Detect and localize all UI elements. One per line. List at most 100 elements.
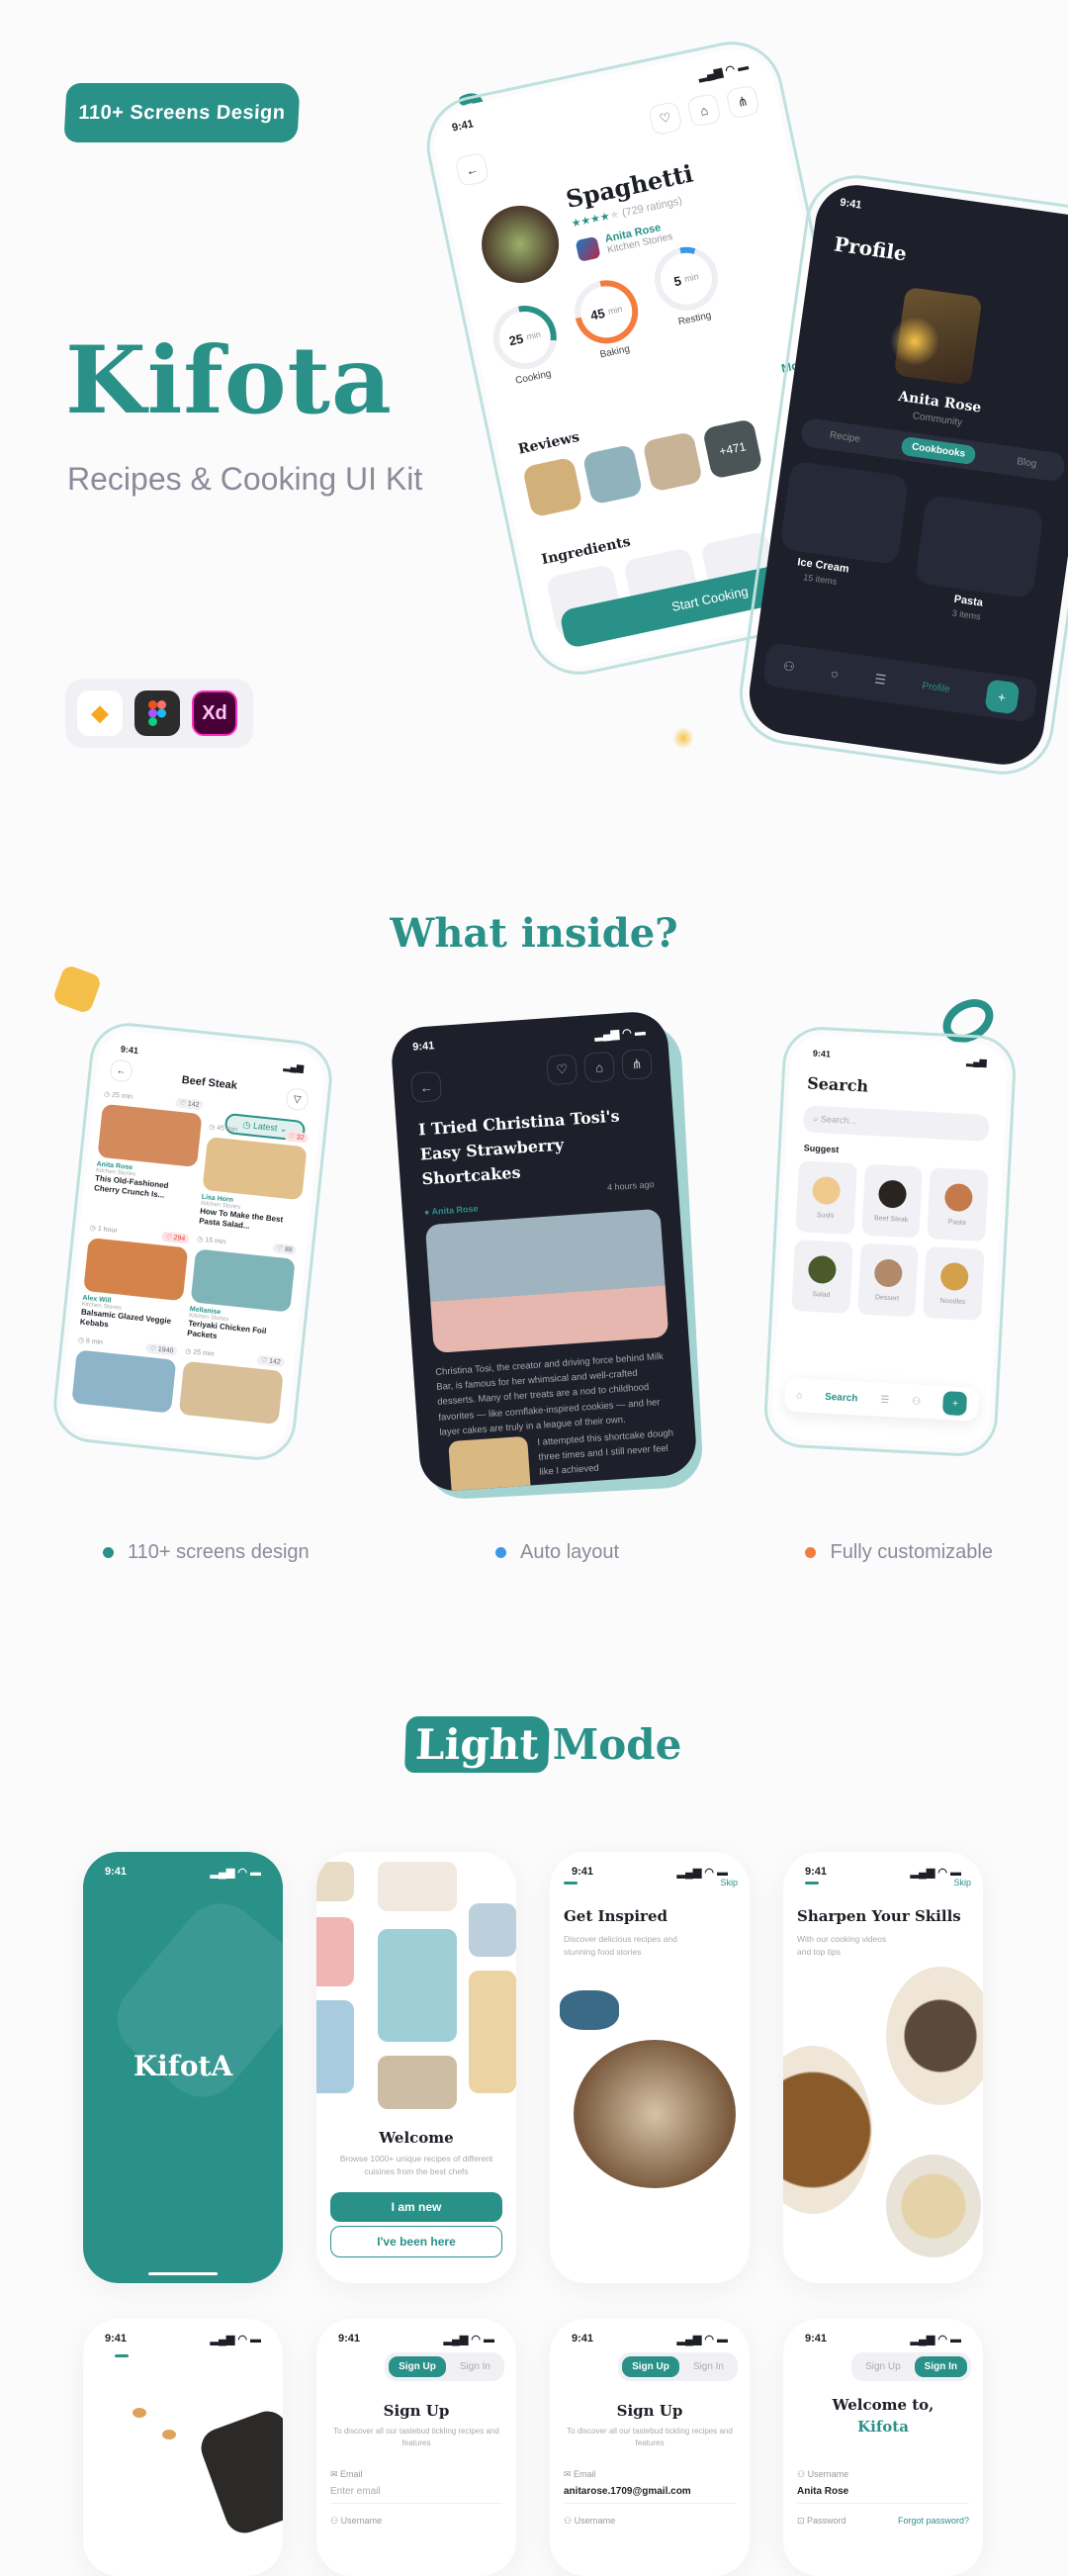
like-count-badge[interactable]: ♡ 142 [256,1354,286,1367]
tab-sign-up[interactable]: Sign Up [389,2356,446,2377]
home-indicator [148,2272,218,2275]
category-card[interactable]: Salad [791,1239,853,1314]
nav-active-label[interactable]: Search [825,1391,858,1404]
category-card[interactable]: Pasta [927,1167,989,1242]
timer-resting: 5 min Resting [649,240,732,354]
dish-image [474,198,567,291]
recipe-image [83,1237,189,1302]
gallery-image [378,1929,457,2042]
favorite-button[interactable]: ♡ [648,100,683,137]
timer-cooking: 25 min Cooking [487,300,566,390]
cookbook-card[interactable] [779,460,910,566]
email-field[interactable]: ✉ Email Enter email ⚇ Username [330,2457,502,2527]
bookmark-button[interactable]: ⌂ [583,1051,616,1083]
recipe-card[interactable]: ◷ 8 min ♡ 1940 [71,1335,178,1417]
food-image [195,2405,283,2539]
recipe-card[interactable]: ◷ 1 hour ♡ 294 Alex Will Kitchen Stories Ba… [79,1224,190,1338]
share-button[interactable]: ⋔ [621,1048,654,1080]
review-thumb[interactable] [642,430,703,493]
back-button[interactable]: ← [410,1070,443,1103]
cookie-decoration [133,2408,146,2418]
cookbook-name: Pasta [952,593,984,609]
tab-sign-up[interactable]: Sign Up [855,2356,911,2377]
tab-sign-in[interactable]: Sign In [914,2356,967,2377]
username-field[interactable]: ⚇ Username Anita Rose ⊡ Password Forgot p… [797,2457,969,2527]
back-button[interactable]: ← [454,151,490,188]
auth-segmented-control: Sign Up Sign In [618,2352,738,2381]
tab-sign-in[interactable]: Sign In [450,2356,500,2377]
cookbook-count: 3 items [951,607,982,622]
ive-been-here-button[interactable]: I've been here [330,2226,502,2257]
like-count-badge[interactable]: ♡ 142 [175,1097,204,1111]
recipe-card[interactable]: ◷ 25 min ♡ 142 [178,1346,286,1427]
bottom-nav: ⌂ Search ☰ ⚇ + [783,1377,980,1422]
feature-item: 110+ screens design [103,1541,310,1564]
article-phone: 9:41 ▂▄▆ ◠ ▬ ← ♡ ⌂ ⋔ I Tried Christina To… [389,1009,705,1502]
category-image [943,1182,973,1212]
search-input[interactable]: ⌕ Search... [802,1105,990,1143]
recipe-card[interactable]: ◷ 25 min ♡ 142 Anita Rose Kitchen Stories T… [91,1090,204,1227]
nav-list-icon[interactable]: ☰ [880,1394,890,1405]
gallery-image [378,2056,457,2109]
like-count-badge[interactable]: ♡ 294 [160,1231,190,1244]
forgot-password-link[interactable]: Forgot password? [898,2516,969,2527]
bullet-dot-icon [805,1547,817,1558]
article-inline-image [448,1435,532,1494]
favorite-button[interactable]: ♡ [546,1054,578,1086]
article-author[interactable]: ● Anita Rose [424,1204,479,1218]
food-image [574,2040,736,2188]
features-list: 110+ screens design Auto layout Fully cust… [103,1541,993,1564]
light-mode-word-1: Light [404,1716,550,1773]
nav-search-icon[interactable]: ○ [830,666,840,682]
recipe-card[interactable]: ◷ 15 min ♡ 88 Mellanise Kitchen Stories Ter… [187,1235,298,1349]
category-image [939,1261,969,1291]
figma-icon [134,690,180,736]
nav-home-icon[interactable]: ⌂ [796,1390,803,1401]
add-button[interactable]: + [942,1391,968,1417]
auth-segmented-control: Sign Up Sign In [385,2352,504,2381]
search-phone: 9:41 ▂▄▆ Search ⌕ Search... Suggest Sushi… [762,1025,1018,1458]
category-card[interactable]: Noodles [923,1245,985,1321]
bullet-dot-icon [495,1547,507,1558]
recipe-card[interactable]: ◷ 45 min ♡ 32 Lisa Horn Kitchen Stories How… [199,1123,310,1238]
bookmark-button[interactable]: ⌂ [686,92,722,129]
nav-profile-icon[interactable]: ⚇ [782,658,796,675]
beef-steak-phone: 9:41 ▂▄▆ ← ▽ Beef Steak ◷ Latest ⌄ ◷ 25 m… [49,1019,336,1464]
tab-blog[interactable]: Blog [1012,452,1041,475]
nav-active-label[interactable]: Profile [922,681,951,695]
search-title: Search [806,1073,869,1096]
email-field[interactable]: ✉ Email anitarose.1709@gmail.com ⚇ Usern… [564,2457,736,2527]
glow-decoration [890,317,939,366]
light-mode-heading: Light Mode [404,1716,681,1773]
category-image [873,1257,904,1288]
tab-sign-in[interactable]: Sign In [683,2356,734,2377]
like-count-badge[interactable]: ♡ 32 [284,1131,310,1144]
signup-text: To discover all our tastebud tickling re… [333,2427,499,2447]
tab-sign-up[interactable]: Sign Up [622,2356,679,2377]
like-count-badge[interactable]: ♡ 1940 [145,1342,178,1356]
tab-recipe[interactable]: Recipe [825,425,865,449]
gallery-image [378,1862,457,1911]
category-card[interactable]: Sushi [795,1160,857,1236]
add-button[interactable]: + [983,679,1021,715]
author-avatar [575,235,601,262]
tab-cookbooks[interactable]: Cookbooks [900,435,977,466]
nav-list-icon[interactable]: ☰ [873,671,888,688]
adobe-xd-icon: Xd [192,690,237,736]
skip-button[interactable]: Skip [953,1878,971,1887]
nav-profile-icon[interactable]: ⚇ [912,1396,922,1407]
skip-button[interactable]: Skip [720,1878,738,1887]
share-button[interactable]: ⋔ [725,84,760,120]
gallery-image [316,1862,354,1901]
review-thumb[interactable] [581,443,644,506]
like-count-badge[interactable]: ♡ 88 [272,1242,298,1255]
cookbook-card[interactable] [914,494,1045,599]
signup-title: Sign Up [383,2402,450,2420]
i-am-new-button[interactable]: I am new [330,2192,502,2222]
more-reviews-thumb[interactable]: +471 [701,417,763,480]
gallery-image [469,1971,516,2093]
recipe-grid: ◷ 25 min ♡ 142 Anita Rose Kitchen Stories T… [71,1090,311,1428]
category-card[interactable]: Dessert [856,1242,920,1318]
review-thumb[interactable] [522,456,583,518]
category-card[interactable]: Beef Steak [860,1163,924,1239]
